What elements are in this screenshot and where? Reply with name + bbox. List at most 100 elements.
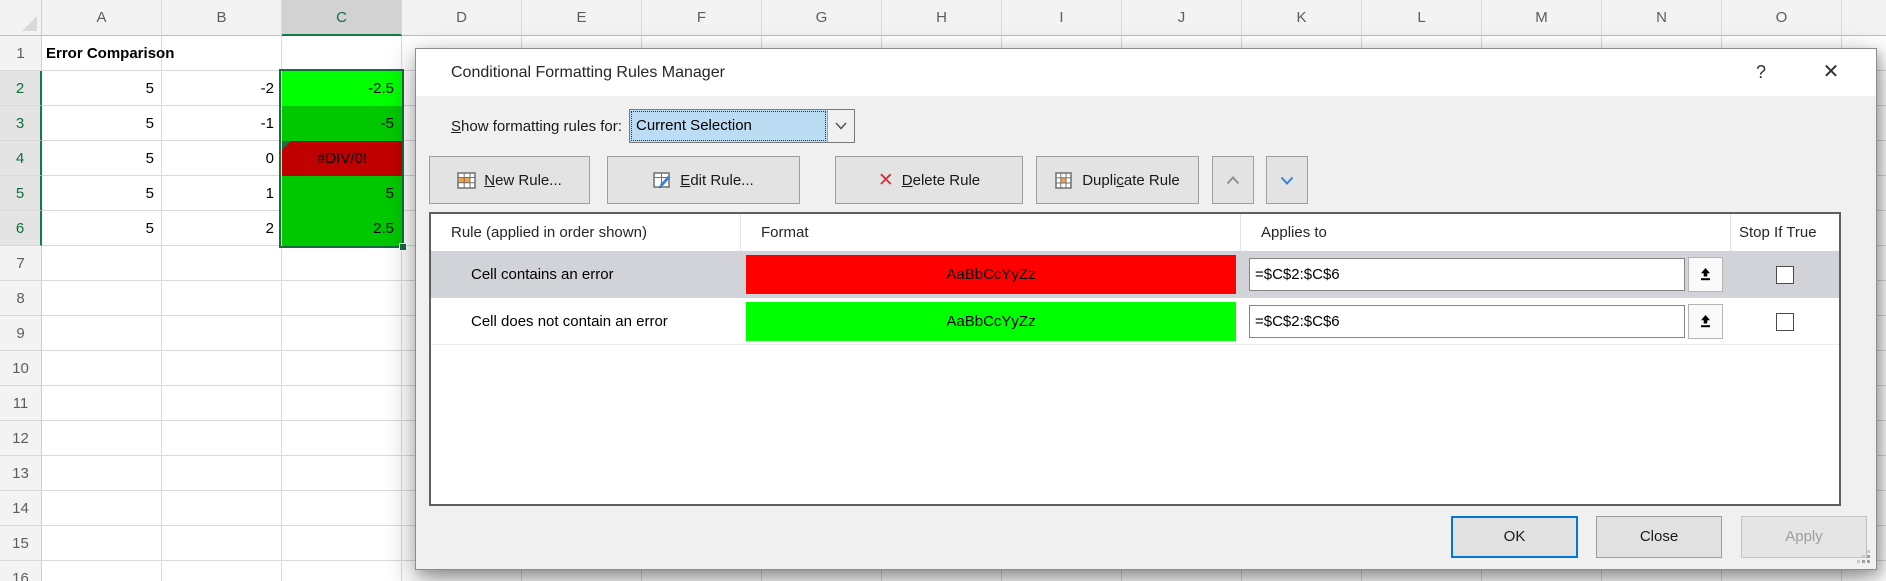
column-header-B[interactable]: B [162,0,282,36]
row-header-3[interactable]: 3 [0,106,42,141]
cell-B3[interactable]: -1 [162,106,282,141]
stop-if-true-cell [1731,251,1839,298]
column-header-J[interactable]: J [1122,0,1242,36]
rules-list-header: Rule (applied in order shown) Format App… [431,214,1839,251]
cell-B5[interactable]: 1 [162,176,282,211]
table-grid-icon [457,172,476,189]
duplicate-rule-button[interactable]: Duplicate Rule [1036,156,1199,204]
row-header-15[interactable]: 15 [0,526,42,561]
format-preview-swatch: AaBbCcYyZz [746,255,1236,294]
rule-row-error[interactable]: Cell contains an error AaBbCcYyZz [431,251,1839,298]
row-header-9[interactable]: 9 [0,316,42,351]
column-header-N[interactable]: N [1602,0,1722,36]
column-header-I[interactable]: I [1002,0,1122,36]
row-header-12[interactable]: 12 [0,421,42,456]
column-header-H[interactable]: H [882,0,1002,36]
column-header-O[interactable]: O [1722,0,1842,36]
rules-toolbar: New Rule... Edit Rule... ✕ Delete Rule D… [416,156,1876,204]
chevron-down-icon[interactable] [827,110,854,142]
row-header-14[interactable]: 14 [0,491,42,526]
help-button[interactable]: ? [1741,49,1781,96]
row-headers: 1 2 3 4 5 6 7 8 9 10 11 12 13 14 15 16 [0,36,42,581]
row-header-1[interactable]: 1 [0,36,42,71]
row-header-6[interactable]: 6 [0,211,42,246]
row-header-2[interactable]: 2 [0,71,42,106]
edit-pencil-icon [653,172,672,189]
close-icon[interactable]: ✕ [1811,49,1851,96]
duplicate-rule-label: Duplicate Rule [1082,172,1180,189]
conditional-formatting-rules-manager-dialog: Conditional Formatting Rules Manager ? ✕… [415,48,1877,570]
column-header-G[interactable]: G [762,0,882,36]
rules-list: Rule (applied in order shown) Format App… [429,212,1841,506]
cell-C5[interactable]: 5 [282,176,402,211]
row-header-8[interactable]: 8 [0,281,42,316]
stop-if-true-checkbox[interactable] [1776,266,1794,284]
column-header-P-partial[interactable] [1842,0,1886,36]
delete-rule-button[interactable]: ✕ Delete Rule [835,156,1023,204]
header-rule: Rule (applied in order shown) [431,214,741,251]
edit-rule-label: Edit Rule... [680,172,753,189]
cell-C4-error[interactable]: #DIV/0! [282,141,402,176]
column-header-A[interactable]: A [42,0,162,36]
header-format: Format [741,214,1241,251]
collapse-dialog-icon [1698,314,1713,329]
row-header-11[interactable]: 11 [0,386,42,421]
applies-to-input[interactable] [1249,258,1685,291]
close-button[interactable]: Close [1596,516,1722,558]
error-indicator-triangle-icon [282,141,291,150]
cell-A6[interactable]: 5 [42,211,162,246]
stop-if-true-cell [1731,298,1839,345]
column-header-D[interactable]: D [402,0,522,36]
rule-row-no-error[interactable]: Cell does not contain an error AaBbCcYyZ… [431,298,1839,345]
applies-to-input[interactable] [1249,305,1685,338]
row-header-16[interactable]: 16 [0,561,42,581]
column-headers: A B C D E F G H I J K L M N O [42,0,1886,36]
dialog-titlebar[interactable]: Conditional Formatting Rules Manager ? ✕ [416,49,1876,96]
applies-to-cell [1241,298,1731,345]
row-header-4[interactable]: 4 [0,141,42,176]
stop-if-true-checkbox[interactable] [1776,313,1794,331]
row-header-5[interactable]: 5 [0,176,42,211]
cell-B2[interactable]: -2 [162,71,282,106]
resize-grip[interactable] [1856,549,1870,563]
column-header-F[interactable]: F [642,0,762,36]
new-rule-button[interactable]: New Rule... [429,156,590,204]
chevron-down-icon [1280,176,1294,185]
cell-B4[interactable]: 0 [162,141,282,176]
show-rules-row: Show formatting rules for: Current Selec… [416,109,1876,144]
edit-rule-button[interactable]: Edit Rule... [607,156,800,204]
format-preview-swatch: AaBbCcYyZz [746,302,1236,341]
cell-A2[interactable]: 5 [42,71,162,106]
column-header-E[interactable]: E [522,0,642,36]
row-header-7[interactable]: 7 [0,246,42,281]
show-rules-label: Show formatting rules for: [451,109,622,144]
delete-rule-label: Delete Rule [902,172,980,189]
cell-A1[interactable]: Error Comparison [46,36,174,71]
move-rule-up-button[interactable] [1212,156,1254,204]
rule-format-cell: AaBbCcYyZz [741,298,1241,345]
range-picker-button[interactable] [1688,304,1723,339]
move-rule-down-button[interactable] [1266,156,1308,204]
column-header-L[interactable]: L [1362,0,1482,36]
cell-A3[interactable]: 5 [42,106,162,141]
cell-C3[interactable]: -5 [282,106,402,141]
show-rules-dropdown[interactable]: Current Selection [629,109,855,143]
cell-C6[interactable]: 2.5 [282,211,402,246]
show-rules-dropdown-value[interactable]: Current Selection [630,110,827,142]
ok-button[interactable]: OK [1451,516,1578,558]
rule-format-cell: AaBbCcYyZz [741,251,1241,298]
row-header-13[interactable]: 13 [0,456,42,491]
cell-A5[interactable]: 5 [42,176,162,211]
range-picker-button[interactable] [1688,257,1723,292]
select-all-triangle-icon [22,16,37,31]
rule-name: Cell does not contain an error [431,298,741,345]
cell-B6[interactable]: 2 [162,211,282,246]
row-header-10[interactable]: 10 [0,351,42,386]
column-header-M[interactable]: M [1482,0,1602,36]
dialog-title: Conditional Formatting Rules Manager [451,49,725,96]
select-all-button[interactable] [0,0,42,36]
column-header-C[interactable]: C [282,0,402,36]
cell-C2-active[interactable]: -2.5 [282,71,402,106]
column-header-K[interactable]: K [1242,0,1362,36]
cell-A4[interactable]: 5 [42,141,162,176]
